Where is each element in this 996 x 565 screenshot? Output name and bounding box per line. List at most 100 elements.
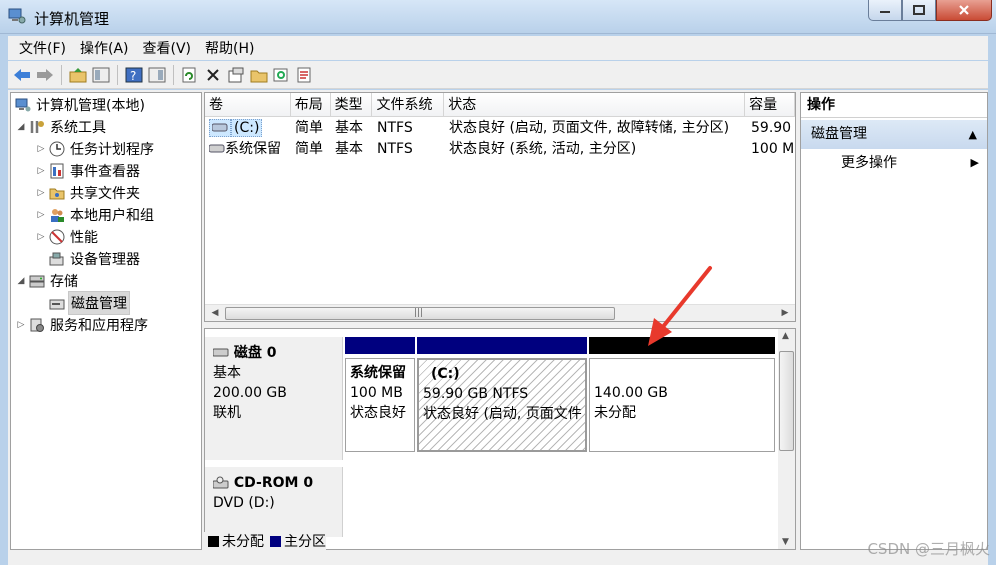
menu-file[interactable]: 文件(F) bbox=[12, 38, 73, 58]
export-list-icon[interactable] bbox=[295, 65, 315, 85]
partition-title: (C:) bbox=[431, 366, 460, 382]
tree-item-shared-folders[interactable]: ▷ 共享文件夹 bbox=[35, 182, 142, 204]
navigation-tree: 计算机管理(本地) ◢ 系统工具 ▷ 任务计划程序 ▷ 事件查看器 ▷ 共享文件… bbox=[10, 92, 202, 550]
expanded-arrow-icon[interactable]: ◢ bbox=[15, 276, 27, 286]
tree-item-root[interactable]: 计算机管理(本地) bbox=[13, 94, 147, 116]
open-folder-icon[interactable] bbox=[249, 65, 269, 85]
show-hide-tree-icon[interactable] bbox=[91, 65, 111, 85]
more-actions-item[interactable]: 更多操作 ▶ bbox=[801, 149, 987, 177]
help-icon[interactable]: ? bbox=[124, 65, 144, 85]
toolbar: ? bbox=[8, 61, 988, 89]
collapsed-arrow-icon[interactable]: ▷ bbox=[15, 320, 27, 330]
search-icon[interactable] bbox=[272, 65, 292, 85]
disk-name: 磁盘 0 bbox=[233, 345, 277, 361]
volume-type: 基本 bbox=[335, 141, 363, 157]
expanded-arrow-icon[interactable]: ◢ bbox=[15, 122, 27, 132]
svg-text:?: ? bbox=[130, 69, 136, 83]
column-layout[interactable]: 布局 bbox=[291, 93, 331, 117]
horizontal-scrollbar[interactable]: ◀ ||| ▶ bbox=[205, 304, 795, 321]
scroll-thumb[interactable]: ||| bbox=[225, 307, 615, 320]
cdrom-name: CD-ROM 0 bbox=[233, 475, 314, 491]
properties-icon[interactable] bbox=[226, 65, 246, 85]
tree-item-task-scheduler[interactable]: ▷ 任务计划程序 bbox=[35, 138, 156, 160]
column-filesystem[interactable]: 文件系统 bbox=[372, 93, 445, 117]
column-capacity[interactable]: 容量 bbox=[745, 93, 795, 117]
scroll-thumb[interactable] bbox=[779, 351, 794, 451]
computer-management-icon bbox=[8, 8, 26, 24]
table-row[interactable]: (C:) 简单 基本 NTFS 状态良好 (启动, 页面文件, 故障转储, 主分… bbox=[205, 118, 795, 139]
scroll-left-icon[interactable]: ◀ bbox=[209, 308, 221, 319]
primary-partition-bar bbox=[417, 337, 587, 354]
up-folder-icon[interactable] bbox=[68, 65, 88, 85]
submenu-arrow-icon: ▶ bbox=[970, 156, 979, 169]
tree-item-local-users[interactable]: ▷ 本地用户和组 bbox=[35, 204, 156, 226]
show-hide-action-icon[interactable] bbox=[147, 65, 167, 85]
scroll-right-icon[interactable]: ▶ bbox=[779, 308, 791, 319]
volume-layout: 简单 bbox=[295, 120, 323, 136]
clock-icon bbox=[49, 141, 65, 157]
collapsed-arrow-icon[interactable]: ▷ bbox=[35, 144, 47, 154]
actions-section-disk-management[interactable]: 磁盘管理 ▲ bbox=[801, 120, 987, 149]
column-status[interactable]: 状态 bbox=[444, 93, 746, 117]
column-type[interactable]: 类型 bbox=[331, 93, 373, 117]
actions-header: 操作 bbox=[801, 93, 987, 118]
close-button[interactable] bbox=[936, 0, 992, 21]
tree-item-storage[interactable]: ◢ 存储 bbox=[15, 270, 80, 292]
tree-item-performance[interactable]: ▷ 性能 bbox=[35, 226, 100, 248]
status-bar bbox=[8, 552, 988, 565]
legend-primary: 主分区 bbox=[284, 534, 326, 550]
volume-name: 系统保留 bbox=[225, 141, 281, 157]
collapse-up-icon[interactable]: ▲ bbox=[969, 120, 977, 149]
partition-size: 140.00 GB bbox=[594, 385, 668, 401]
disk-state: 联机 bbox=[213, 405, 241, 421]
partition-unallocated[interactable]: 140.00 GB 未分配 bbox=[589, 337, 775, 452]
performance-icon bbox=[49, 229, 65, 245]
column-volume[interactable]: 卷 bbox=[205, 93, 291, 117]
volume-list-header: 卷 布局 类型 文件系统 状态 容量 bbox=[205, 93, 795, 117]
disk-view: 磁盘 0 基本 200.00 GB 联机 系统保留 100 MB 状态良好 (C… bbox=[204, 328, 796, 550]
tree-item-device-manager[interactable]: 设备管理器 bbox=[47, 248, 142, 270]
scroll-up-icon[interactable]: ▲ bbox=[782, 331, 789, 341]
back-arrow-icon[interactable] bbox=[12, 65, 32, 85]
window-title: 计算机管理 bbox=[34, 10, 110, 28]
scroll-down-icon[interactable]: ▼ bbox=[782, 537, 789, 547]
disk-kind: 基本 bbox=[213, 365, 241, 381]
collapsed-arrow-icon[interactable]: ▷ bbox=[35, 210, 47, 220]
tree-item-services[interactable]: ▷ 服务和应用程序 bbox=[15, 314, 150, 336]
maximize-button[interactable] bbox=[902, 0, 936, 21]
cdrom-drive: DVD (D:) bbox=[213, 495, 275, 511]
minimize-button[interactable] bbox=[868, 0, 902, 21]
main-client: 计算机管理(本地) ◢ 系统工具 ▷ 任务计划程序 ▷ 事件查看器 ▷ 共享文件… bbox=[8, 90, 988, 552]
partition-title bbox=[594, 363, 774, 383]
disk-0-info[interactable]: 磁盘 0 基本 200.00 GB 联机 bbox=[205, 337, 343, 460]
collapsed-arrow-icon[interactable]: ▷ bbox=[35, 232, 47, 242]
partition-size: 59.90 GB NTFS bbox=[423, 386, 529, 402]
collapsed-arrow-icon[interactable]: ▷ bbox=[35, 166, 47, 176]
volume-capacity: 100 M bbox=[751, 141, 795, 157]
primary-partition-bar bbox=[345, 337, 415, 354]
partition-status: 状态良好 bbox=[350, 405, 406, 421]
table-row[interactable]: 系统保留 简单 基本 NTFS 状态良好 (系统, 活动, 主分区) 100 M bbox=[205, 139, 795, 160]
delete-icon[interactable] bbox=[203, 65, 223, 85]
collapsed-arrow-icon[interactable]: ▷ bbox=[35, 188, 47, 198]
menu-help[interactable]: 帮助(H) bbox=[198, 38, 261, 58]
menu-action[interactable]: 操作(A) bbox=[73, 38, 136, 58]
partition-c[interactable]: (C:) 59.90 GB NTFS 状态良好 (启动, 页面文件 bbox=[417, 337, 587, 452]
cdrom-0-info[interactable]: CD-ROM 0 DVD (D:) bbox=[205, 467, 343, 537]
tree-item-disk-management[interactable]: 磁盘管理 bbox=[47, 291, 130, 315]
users-icon bbox=[49, 207, 65, 223]
volume-filesystem: NTFS bbox=[377, 141, 413, 157]
volume-list: 卷 布局 类型 文件系统 状态 容量 (C:) 简单 基本 NTFS 状态良好 … bbox=[204, 92, 796, 322]
menu-view[interactable]: 查看(V) bbox=[136, 38, 199, 58]
partition-system-reserved[interactable]: 系统保留 100 MB 状态良好 bbox=[345, 337, 415, 452]
vertical-scrollbar[interactable]: ▲ ▼ bbox=[778, 329, 795, 549]
tree-item-event-viewer[interactable]: ▷ 事件查看器 bbox=[35, 160, 142, 182]
primary-swatch bbox=[270, 535, 281, 547]
tree-item-system-tools[interactable]: ◢ 系统工具 bbox=[15, 116, 108, 138]
title-bar: 计算机管理 bbox=[0, 0, 996, 34]
refresh-icon[interactable] bbox=[180, 65, 200, 85]
legend-unallocated: 未分配 bbox=[222, 534, 264, 550]
volume-drive-icon bbox=[209, 119, 231, 137]
disk-size: 200.00 GB bbox=[213, 385, 287, 401]
forward-arrow-icon[interactable] bbox=[35, 65, 55, 85]
